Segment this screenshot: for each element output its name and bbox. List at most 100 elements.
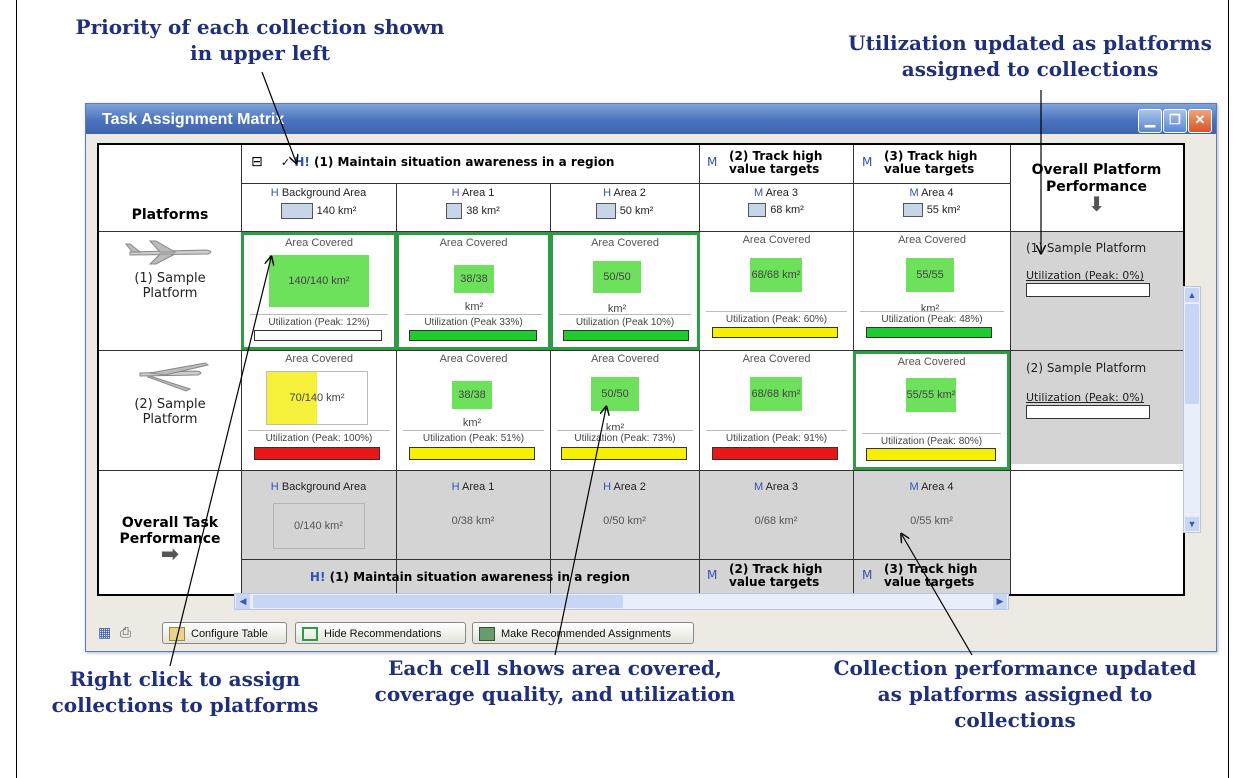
cell-p1-area1[interactable]: Area Covered 38/38 km² Utilization (Peak…: [396, 232, 551, 350]
callout-collection-performance: Collection performance updated as platfo…: [805, 655, 1225, 733]
area-background-name: Background Area: [281, 187, 367, 199]
cell-p2-background[interactable]: Area Covered 70/140 km² Utilization (Pea…: [242, 351, 396, 470]
area-swatch-icon: [748, 203, 767, 217]
callout-each-cell: Each cell shows area covered, coverage q…: [355, 655, 755, 707]
collection-1-footer-name: (1) Maintain situation awareness in a re…: [329, 570, 631, 584]
callout-right-click-line1: Right click to assign: [69, 667, 301, 691]
export-icon[interactable]: ▦: [98, 624, 111, 641]
hide-recommendations-label: Hide Recommendations: [324, 628, 442, 640]
task-perf-value: 0/50 km²: [603, 515, 646, 527]
callout-utilization-line1: Utilization updated as platforms: [848, 31, 1212, 55]
vertical-scrollbar[interactable]: ▲ ▼: [1183, 286, 1201, 533]
collection-1-priority: H!: [294, 155, 310, 169]
utilization-label: Utilization (Peak 33%): [424, 317, 523, 328]
callout-collection-performance-line3: collections: [954, 708, 1076, 732]
make-recommended-assignments-button[interactable]: Make Recommended Assignments: [472, 622, 694, 644]
collection-3-header[interactable]: M (3) Track high value targets: [862, 150, 1002, 176]
cell-p1-area4[interactable]: Area Covered 55/55 km² Utilization (Peak…: [854, 232, 1010, 350]
platform-2-perf-bar: [1026, 405, 1150, 419]
task-perf-priority: H: [270, 481, 279, 493]
task-perf-value: 0/55 km²: [910, 515, 953, 527]
utilization-bar: [409, 330, 537, 341]
coverage-box: 68/68 km²: [750, 377, 802, 411]
platform-1-perf-name: (1) Sample Platform: [1026, 241, 1147, 255]
area-4-priority: M: [909, 187, 919, 199]
collection-2-footer-line2: value targets: [729, 575, 820, 589]
cell-p1-area2[interactable]: Area Covered 50/50 km² Utilization (Peak…: [550, 232, 700, 350]
scroll-left-icon[interactable]: ◀: [236, 594, 250, 609]
cell-p2-area3[interactable]: Area Covered 68/68 km² Utilization (Peak…: [700, 351, 853, 470]
platform-1-name-line2: Platform: [142, 286, 198, 301]
task-perf-area4: M Area 4 0/55 km²: [853, 481, 1010, 527]
hide-recommendations-button[interactable]: Hide Recommendations: [295, 622, 466, 644]
collection-3-footer-priority: M: [862, 568, 873, 582]
area-2-size: 50 km²: [619, 204, 654, 217]
coverage-box: 68/68 km²: [750, 258, 802, 292]
task-perf-priority: H: [603, 481, 612, 493]
platform-1-name-line1: (1) Sample: [134, 271, 206, 286]
close-button[interactable]: ✕: [1188, 109, 1212, 133]
checkmark-icon: ✓: [280, 156, 291, 169]
cell-p1-area3[interactable]: Area Covered 68/68 km² Utilization (Peak…: [700, 232, 853, 350]
scroll-down-icon[interactable]: ▼: [1185, 517, 1199, 531]
area-header-3[interactable]: M Area 3 68 km²: [699, 187, 853, 217]
task-perf-area2: H Area 2 0/50 km²: [550, 481, 699, 527]
scroll-right-icon[interactable]: ▶: [993, 594, 1007, 609]
area-header-4[interactable]: M Area 4 55 km²: [853, 187, 1010, 217]
collection-1-header[interactable]: ⊟ ✓ H! (1) Maintain situation awareness …: [251, 154, 614, 170]
vertical-scroll-thumb[interactable]: [1185, 304, 1199, 404]
scroll-up-icon[interactable]: ▲: [1185, 288, 1199, 302]
task-perf-priority: M: [753, 481, 764, 493]
task-perf-name: Area 2: [613, 481, 646, 493]
configure-icon: [169, 627, 185, 642]
collapse-icon[interactable]: ⊟: [251, 154, 263, 170]
horizontal-scroll-thumb[interactable]: [253, 595, 623, 608]
minimize-button[interactable]: ▁: [1138, 109, 1162, 133]
coverage-box: 70/140 km²: [266, 371, 368, 425]
platform-2-name-line1: (2) Sample: [134, 397, 206, 412]
horizontal-scrollbar[interactable]: ◀ ▶: [234, 593, 1009, 610]
area-header-1[interactable]: H Area 1 38 km²: [396, 187, 550, 219]
callout-priority: Priority of each collection shown in upp…: [60, 14, 460, 66]
task-perf-value: 0/38 km²: [451, 515, 495, 527]
callout-each-cell-line1: Each cell shows area covered,: [388, 656, 722, 680]
platform-1-label[interactable]: (1) Sample Platform: [99, 237, 241, 301]
utilization-bar: [409, 447, 535, 460]
callout-priority-line1: Priority of each collection shown: [75, 15, 445, 39]
task-assignment-window: Task Assignment Matrix ▁ ❐ ✕ ⊟ ✓ H! (1) …: [85, 103, 1217, 652]
coverage-box: 55/55 km²: [906, 258, 954, 315]
cell-p2-area2[interactable]: Area Covered 50/50 km² Utilization (Peak…: [551, 351, 699, 470]
callout-right-click-line2: collections to platforms: [51, 693, 319, 717]
cell-p2-area4[interactable]: Area Covered 55/55 km² Utilization (Peak…: [853, 351, 1010, 470]
window-title: Task Assignment Matrix: [102, 111, 285, 128]
area-1-size: 38 km²: [466, 204, 500, 217]
restore-button[interactable]: ❐: [1163, 109, 1187, 133]
cell-p2-area1[interactable]: Area Covered 38/38 km² Utilization (Peak…: [397, 351, 550, 470]
callout-each-cell-line2: coverage quality, and utilization: [374, 682, 736, 706]
cell-p1-background[interactable]: Area Covered 140/140 km² Utilization (Pe…: [241, 232, 397, 350]
area-header-2[interactable]: H Area 2 50 km²: [550, 187, 699, 219]
platforms-header: Platforms: [131, 207, 209, 223]
area-covered-label: Area Covered: [742, 353, 811, 365]
area-background-priority: H: [270, 187, 279, 199]
configure-table-button[interactable]: Configure Table: [162, 622, 287, 644]
collection-2-footer-priority: M: [707, 568, 718, 582]
area-header-background[interactable]: H Background Area 140 km²: [241, 187, 396, 219]
area-2-priority: H: [603, 187, 612, 199]
print-icon[interactable]: ⎙: [120, 624, 131, 641]
utilization-bar: [561, 447, 687, 460]
area-background-size: 140 km²: [316, 204, 357, 217]
collection-2-header[interactable]: M (2) Track high value targets: [707, 150, 847, 176]
utilization-label: Utilization (Peak: 80%): [880, 436, 983, 447]
area-covered-label: Area Covered: [285, 237, 353, 249]
platform-2-label[interactable]: (2) Sample Platform: [99, 359, 241, 427]
arrow-down-icon: ⬇: [1088, 192, 1105, 216]
callout-collection-performance-line2: as platforms assigned to: [877, 682, 1153, 706]
task-perf-area1: H Area 1 0/38 km²: [396, 481, 550, 527]
area-3-size: 68 km²: [770, 203, 804, 216]
area-1-name: Area 1: [461, 187, 495, 199]
title-bar[interactable]: Task Assignment Matrix ▁ ❐ ✕: [86, 104, 1216, 134]
recommendation-icon: [302, 627, 318, 642]
utilization-label: Utilization (Peak: 100%): [265, 433, 373, 444]
collection-3-footer: M (3) Track high value targets: [862, 563, 1002, 589]
